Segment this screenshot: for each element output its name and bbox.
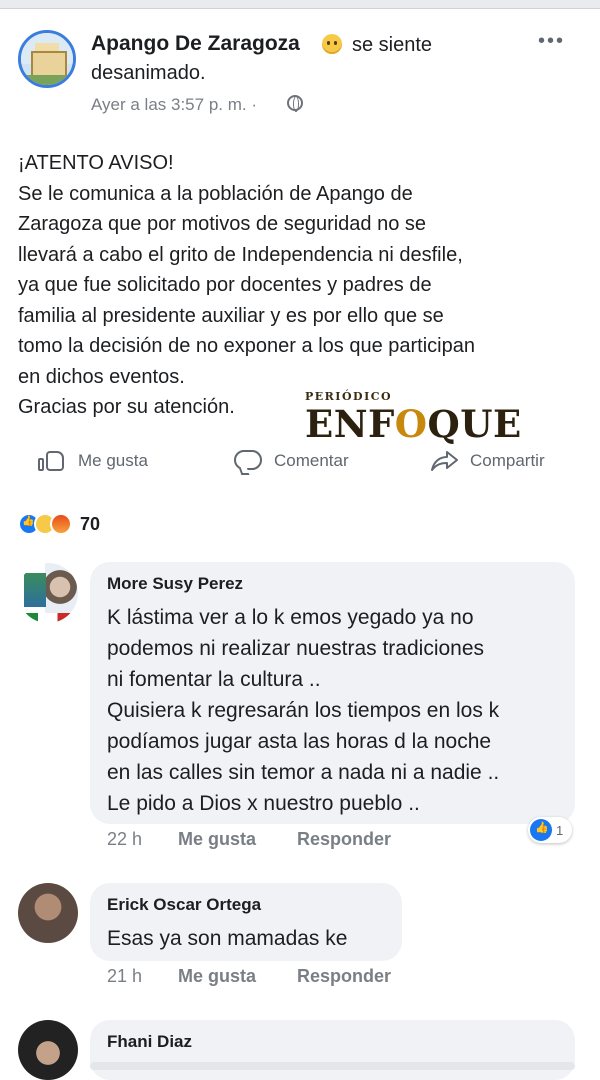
comment-reaction-badge[interactable]: 1 xyxy=(528,817,572,843)
top-divider xyxy=(0,0,600,9)
reaction-count: 70 xyxy=(80,513,101,534)
like-button[interactable]: Me gusta xyxy=(38,448,148,474)
comment-time[interactable]: 21 h xyxy=(107,966,142,987)
comment-reply-button[interactable]: Responder xyxy=(297,966,391,987)
comment-reply-button[interactable]: Responder xyxy=(297,829,391,850)
feeling-text: se siente xyxy=(352,34,433,56)
share-label: Compartir xyxy=(470,451,545,470)
share-arrow-icon xyxy=(430,449,460,473)
comment-bubble: Erick Oscar Ortega Esas ya son mamadas k… xyxy=(90,883,402,961)
reactions-summary[interactable]: 70 xyxy=(18,513,100,535)
comment-bubble: Fhani Diaz xyxy=(90,1020,575,1080)
comment-like-button[interactable]: Me gusta xyxy=(178,966,256,987)
page-name-link[interactable]: Apango De Zaragoza xyxy=(91,32,300,56)
speech-bubble-icon xyxy=(234,449,264,473)
avatar[interactable] xyxy=(18,883,78,943)
post-line: ya que fue solicitado por docentes y pad… xyxy=(18,274,432,296)
post-timestamp[interactable]: Ayer a las 3:57 p. m. · xyxy=(91,95,257,115)
comment-text: K lástima ver a lo k emos yegado ya no p… xyxy=(107,606,500,815)
comment-like-button[interactable]: Me gusta xyxy=(178,829,256,850)
post-line: en dichos eventos. xyxy=(18,365,185,388)
comment-label: Comentar xyxy=(274,451,349,470)
post-line: tomo la decisión de no exponer a los que… xyxy=(18,335,475,357)
feeling-text-continued: desanimado. xyxy=(91,62,206,84)
like-reaction-icon xyxy=(530,819,552,841)
angry-reaction-icon xyxy=(50,513,72,535)
sad-face-icon xyxy=(322,34,342,54)
more-options-icon[interactable]: ••• xyxy=(538,31,568,51)
avatar[interactable] xyxy=(18,1020,78,1080)
comment-button[interactable]: Comentar xyxy=(234,448,349,474)
comment-reaction-count: 1 xyxy=(556,822,564,838)
post-line: Zaragoza que por motivos de seguridad no… xyxy=(18,213,427,235)
post-line: Se le comunica a la población de Apango … xyxy=(18,182,413,205)
post-line: ¡ATENTO AVISO! xyxy=(18,152,174,174)
watermark-logo: ENFOQUE xyxy=(305,402,522,446)
comment-time[interactable]: 22 h xyxy=(107,829,142,850)
thumbs-up-icon xyxy=(38,449,68,473)
commenter-name[interactable]: More Susy Perez xyxy=(107,574,243,594)
comment-bubble: More Susy Perez K lástima ver a lo k emo… xyxy=(90,562,575,824)
like-label: Me gusta xyxy=(78,451,148,470)
commenter-name[interactable]: Erick Oscar Ortega xyxy=(107,895,261,915)
comment-input-edge xyxy=(90,1062,575,1070)
commenter-name[interactable]: Fhani Diaz xyxy=(107,1032,192,1052)
page-avatar[interactable] xyxy=(18,30,76,88)
post-line: familia al presidente auxiliar y es por … xyxy=(18,304,444,327)
globe-icon xyxy=(287,95,303,112)
comment-text: Esas ya son mamadas ke xyxy=(107,927,348,950)
post-text: ¡ATENTO AVISO! Se le comunica a la pobla… xyxy=(18,148,588,423)
share-button[interactable]: Compartir xyxy=(430,448,545,474)
avatar[interactable] xyxy=(18,563,78,623)
post-line: llevará a cabo el grito de Independencia… xyxy=(18,243,463,266)
